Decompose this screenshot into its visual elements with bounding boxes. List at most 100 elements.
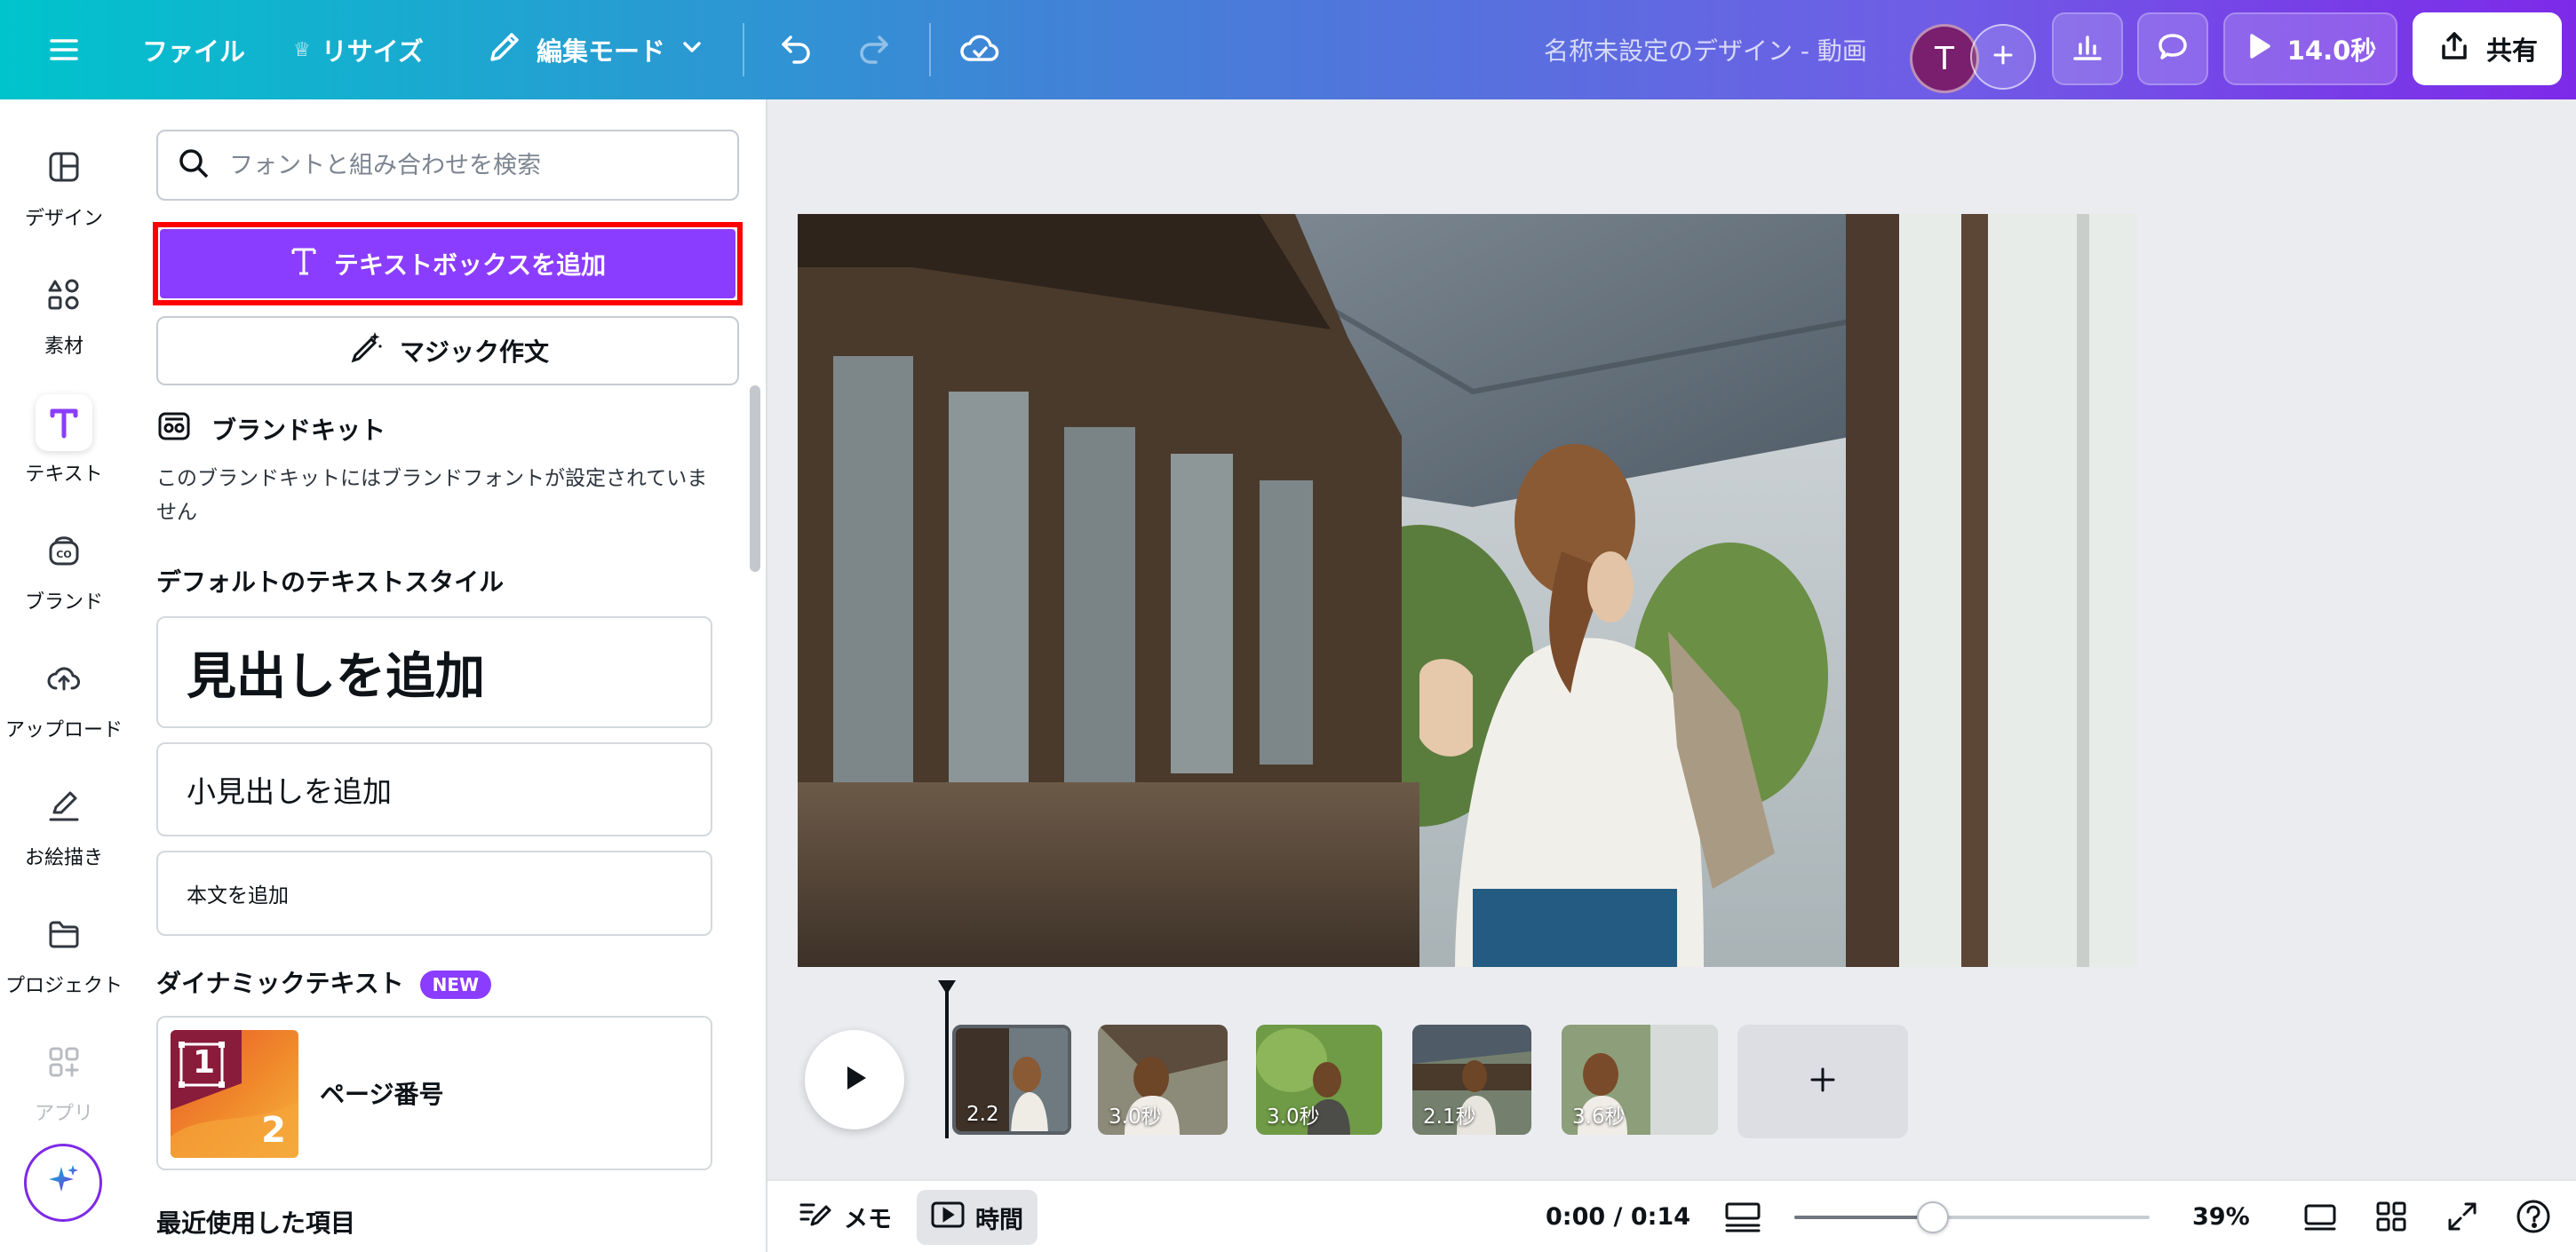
design-canvas-photo[interactable] bbox=[798, 214, 2137, 967]
layout-icon bbox=[36, 139, 92, 195]
text-t-icon bbox=[290, 245, 334, 283]
rail-item-design[interactable]: デザイン bbox=[0, 139, 128, 254]
plus-icon bbox=[1989, 41, 2017, 73]
pen-icon bbox=[36, 778, 92, 835]
timeline-clip[interactable]: 3.6秒 bbox=[1562, 1025, 1718, 1135]
redo-icon[interactable] bbox=[855, 0, 897, 99]
grid-view-icon[interactable] bbox=[2373, 1181, 2409, 1252]
text-panel: テキストボックスを追加 マジック作文 ブランドキット このブランドキットにはブラ… bbox=[128, 99, 767, 1252]
undo-icon[interactable] bbox=[773, 0, 815, 99]
rail-item-projects[interactable]: プロジェクト bbox=[0, 906, 128, 1021]
timeline: 2.2 3.0秒 3.0秒 2.1秒 3.6秒 bbox=[767, 980, 2576, 1179]
plus-icon bbox=[1805, 1062, 1841, 1101]
edit-mode-dropdown[interactable]: 編集モード bbox=[485, 0, 704, 99]
rail-item-brand[interactable]: CO ブランド bbox=[0, 522, 128, 638]
divider bbox=[743, 23, 744, 76]
divider bbox=[929, 23, 931, 76]
page-number-label: ページ番号 bbox=[320, 1080, 444, 1109]
recent-items-heading: 最近使用した項目 bbox=[156, 1208, 356, 1238]
resize-button[interactable]: ♕ リサイズ bbox=[293, 0, 424, 99]
file-menu[interactable]: ファイル bbox=[142, 0, 245, 99]
notes-button[interactable]: メモ bbox=[798, 1181, 892, 1252]
sparkle-icon bbox=[44, 1161, 83, 1204]
page-number-thumb-one: 1 bbox=[193, 1044, 216, 1081]
help-icon[interactable] bbox=[2514, 1181, 2553, 1252]
insights-button[interactable] bbox=[2052, 12, 2123, 85]
zoom-percent[interactable]: 39% bbox=[2192, 1181, 2250, 1252]
add-heading-button[interactable]: 見出しを追加 bbox=[156, 616, 712, 728]
hamburger-menu-icon[interactable] bbox=[46, 0, 82, 99]
timeline-clip[interactable]: 3.0秒 bbox=[1098, 1025, 1228, 1135]
pages-view-icon[interactable] bbox=[2302, 1181, 2338, 1252]
time-readout: 0:00 / 0:14 bbox=[1546, 1202, 1690, 1231]
notes-label: メモ bbox=[844, 1205, 892, 1233]
add-heading-label: 見出しを追加 bbox=[187, 647, 485, 706]
play-duration-label: 14.0秒 bbox=[2286, 36, 2377, 66]
rail-item-elements[interactable]: 素材 bbox=[0, 266, 128, 382]
edit-mode-label: 編集モード bbox=[537, 36, 666, 67]
zoom-slider-knob[interactable] bbox=[1917, 1201, 1949, 1233]
dynamic-text-heading: ダイナミックテキスト NEW bbox=[156, 964, 492, 1000]
fullscreen-icon[interactable] bbox=[2445, 1181, 2480, 1252]
add-body-text-button[interactable]: 本文を追加 bbox=[156, 851, 712, 936]
timeline-clip[interactable]: 3.0秒 bbox=[1256, 1025, 1382, 1135]
page-number-card[interactable]: 1 2 ページ番号 bbox=[156, 1016, 712, 1170]
timer-toggle[interactable]: 時間 bbox=[917, 1190, 1038, 1245]
file-menu-label: ファイル bbox=[142, 36, 246, 67]
rail-label: テキスト bbox=[25, 464, 103, 486]
add-subheading-button[interactable]: 小見出しを追加 bbox=[156, 742, 712, 836]
rail-item-apps[interactable]: アプリ bbox=[0, 1034, 128, 1149]
add-textbox-label: テキストボックスを追加 bbox=[333, 250, 607, 280]
notes-pen-icon bbox=[798, 1196, 833, 1238]
chevron-down-icon bbox=[680, 35, 704, 66]
add-subheading-label: 小見出しを追加 bbox=[187, 774, 392, 809]
share-upload-icon bbox=[2437, 28, 2472, 70]
share-label: 共有 bbox=[2485, 36, 2538, 66]
shapes-icon bbox=[36, 266, 92, 323]
add-textbox-button[interactable]: テキストボックスを追加 bbox=[160, 229, 735, 298]
magic-write-button[interactable]: マジック作文 bbox=[156, 316, 739, 385]
cloud-saved-icon[interactable] bbox=[958, 0, 1002, 99]
pencil-icon bbox=[485, 28, 524, 73]
rail-item-text[interactable]: テキスト bbox=[0, 394, 128, 510]
timeline-clip[interactable]: 2.1秒 bbox=[1412, 1025, 1531, 1135]
playhead[interactable] bbox=[938, 980, 956, 1138]
layout-grid-icon[interactable] bbox=[1723, 1181, 1762, 1252]
font-search-input[interactable] bbox=[227, 150, 711, 180]
play-icon bbox=[838, 1061, 871, 1098]
apps-icon bbox=[36, 1034, 92, 1090]
clip-duration: 3.0秒 bbox=[1109, 1105, 1162, 1129]
rail-item-uploads[interactable]: アップロード bbox=[0, 650, 128, 765]
zoom-slider[interactable] bbox=[1794, 1201, 2150, 1233]
magic-write-label: マジック作文 bbox=[399, 337, 549, 367]
play-icon bbox=[2245, 32, 2273, 67]
rail-label: プロジェクト bbox=[4, 975, 123, 997]
timeline-clip[interactable]: 2.2 bbox=[952, 1025, 1071, 1135]
comments-button[interactable] bbox=[2137, 12, 2208, 85]
brand-kit-header[interactable]: ブランドキット bbox=[156, 407, 386, 451]
font-search-field[interactable] bbox=[156, 130, 739, 201]
panel-scrollbar[interactable] bbox=[750, 385, 760, 572]
timeline-play-button[interactable] bbox=[805, 1030, 904, 1129]
crown-icon: ♕ bbox=[293, 38, 311, 61]
comment-icon bbox=[2155, 28, 2190, 70]
rail-label: アップロード bbox=[4, 719, 123, 741]
add-page-button[interactable] bbox=[1737, 1025, 1908, 1138]
magic-assistant-button[interactable] bbox=[24, 1144, 102, 1222]
document-title[interactable]: 名称未設定のデザイン - 動画 bbox=[1544, 0, 1867, 99]
left-rail: デザイン 素材 テキスト CO ブランド アップロード お絵描き プロジェクト bbox=[0, 99, 128, 1252]
play-box-icon bbox=[931, 1200, 965, 1235]
page-number-thumb-two: 2 bbox=[261, 1110, 286, 1151]
play-preview-button[interactable]: 14.0秒 bbox=[2223, 12, 2397, 85]
avatar[interactable]: T bbox=[1910, 24, 1979, 93]
share-button[interactable]: 共有 bbox=[2413, 12, 2562, 85]
rail-label: お絵描き bbox=[24, 847, 103, 869]
add-textbox-highlight: テキストボックスを追加 bbox=[153, 222, 743, 305]
dynamic-text-title: ダイナミックテキスト bbox=[156, 969, 404, 998]
rail-item-draw[interactable]: お絵描き bbox=[0, 778, 128, 893]
clip-duration: 2.2 bbox=[966, 1103, 999, 1126]
photo-courtyard-woman bbox=[798, 214, 2137, 967]
add-body-label: 本文を追加 bbox=[187, 884, 289, 907]
add-collaborator-button[interactable] bbox=[1970, 24, 2036, 90]
resize-label: リサイズ bbox=[321, 36, 424, 67]
